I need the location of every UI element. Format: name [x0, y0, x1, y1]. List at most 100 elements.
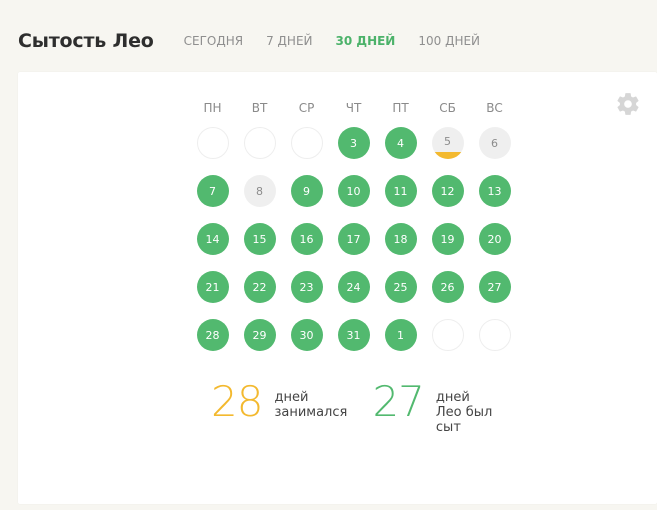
- calendar-day-number: 31: [346, 328, 361, 342]
- calendar-day-empty: [243, 127, 276, 159]
- calendar-grid: 3 4 5 6 7 8 9 10 11 12 13 14 15 16 17 18 19 20 21 22 23 24 25 2…: [189, 127, 518, 367]
- calendar-cell: 19: [424, 223, 471, 271]
- calendar-day[interactable]: 20: [478, 223, 511, 255]
- calendar-day[interactable]: 13: [478, 175, 511, 207]
- calendar-day[interactable]: 15: [243, 223, 276, 255]
- calendar-day-number: 5: [444, 134, 451, 148]
- calendar-day[interactable]: 21: [196, 271, 229, 303]
- stat-fed: 27 дней Лео был сыт: [372, 377, 492, 436]
- calendar-day-empty: [431, 319, 464, 351]
- calendar-cell: 3: [330, 127, 377, 175]
- fed-label-line: дней: [435, 390, 470, 405]
- calendar-day[interactable]: 11: [384, 175, 417, 207]
- calendar-cell: 29: [236, 319, 283, 367]
- calendar-day-empty: [196, 127, 229, 159]
- calendar-day[interactable]: 16: [290, 223, 323, 255]
- calendar-cell: 30: [283, 319, 330, 367]
- weekday-label: ПТ: [392, 101, 409, 115]
- practiced-label-line: дней: [274, 390, 309, 405]
- calendar-day[interactable]: 3: [337, 127, 370, 159]
- calendar-day[interactable]: 5: [431, 127, 464, 159]
- calendar-cell: [189, 127, 236, 175]
- practiced-days-count: 28: [211, 377, 263, 426]
- calendar-day[interactable]: 14: [196, 223, 229, 255]
- calendar-cell: [424, 319, 471, 367]
- calendar-cell: 12: [424, 175, 471, 223]
- calendar-cell: 4: [377, 127, 424, 175]
- calendar-day[interactable]: 10: [337, 175, 370, 207]
- calendar-day-number: 23: [299, 280, 314, 294]
- calendar-cell: [471, 319, 518, 367]
- calendar-day[interactable]: 12: [431, 175, 464, 207]
- calendar-day-number: 10: [346, 184, 361, 198]
- gear-icon-svg: [617, 93, 639, 115]
- calendar-day[interactable]: 28: [196, 319, 229, 351]
- calendar-day-number: 14: [205, 232, 220, 246]
- calendar-day-number: 29: [252, 328, 267, 342]
- calendar-day[interactable]: 26: [431, 271, 464, 303]
- calendar-day[interactable]: 27: [478, 271, 511, 303]
- tab-today[interactable]: СЕГОДНЯ: [184, 34, 243, 48]
- calendar-day[interactable]: 29: [243, 319, 276, 351]
- calendar-cell: 24: [330, 271, 377, 319]
- calendar-cell: 28: [189, 319, 236, 367]
- calendar-day[interactable]: 25: [384, 271, 417, 303]
- fed-days-count: 27: [372, 377, 424, 426]
- tab-7-days[interactable]: 7 ДНЕЙ: [266, 34, 312, 48]
- practiced-days-label: дней занимался: [274, 390, 347, 420]
- calendar-cell: 6: [471, 127, 518, 175]
- calendar-day-number: 7: [209, 184, 216, 198]
- tab-100-days[interactable]: 100 ДНЕЙ: [418, 34, 480, 48]
- calendar-cell: 14: [189, 223, 236, 271]
- calendar-day-number: 25: [393, 280, 408, 294]
- calendar-day-number: 4: [397, 136, 404, 150]
- calendar-day-number: 13: [487, 184, 502, 198]
- calendar-day[interactable]: 7: [196, 175, 229, 207]
- fed-label-line: Лео был: [435, 405, 493, 420]
- page-header: Сытость Лео СЕГОДНЯ 7 ДНЕЙ 30 ДНЕЙ 100 Д…: [18, 28, 503, 54]
- calendar-cell: [283, 127, 330, 175]
- calendar-day[interactable]: 18: [384, 223, 417, 255]
- calendar-cell: 22: [236, 271, 283, 319]
- calendar-cell: 5: [424, 127, 471, 175]
- weekday-label: ВТ: [251, 101, 268, 115]
- calendar-cell: 18: [377, 223, 424, 271]
- calendar-cell: 31: [330, 319, 377, 367]
- calendar-day-number: 20: [487, 232, 502, 246]
- calendar-day[interactable]: 1: [384, 319, 417, 351]
- calendar-day-number: 1: [397, 328, 404, 342]
- calendar-day-number: 6: [491, 136, 498, 150]
- calendar-day[interactable]: 31: [337, 319, 370, 351]
- calendar-day-number: 12: [440, 184, 455, 198]
- calendar-day[interactable]: 8: [243, 175, 276, 207]
- calendar-day-empty: [478, 319, 511, 351]
- calendar-cell: 9: [283, 175, 330, 223]
- calendar-day-number: 9: [303, 184, 310, 198]
- calendar-day[interactable]: 30: [290, 319, 323, 351]
- calendar-day[interactable]: 17: [337, 223, 370, 255]
- calendar-day-number: 24: [346, 280, 361, 294]
- calendar-day[interactable]: 23: [290, 271, 323, 303]
- calendar-cell: 11: [377, 175, 424, 223]
- calendar-cell: 21: [189, 271, 236, 319]
- calendar-cell: 23: [283, 271, 330, 319]
- weekday-label: СБ: [439, 101, 456, 115]
- weekday-header: ПН ВТ СР ЧТ ПТ СБ ВС: [189, 100, 518, 116]
- calendar-cell: 1: [377, 319, 424, 367]
- calendar-day[interactable]: 19: [431, 223, 464, 255]
- tab-30-days[interactable]: 30 ДНЕЙ: [336, 34, 396, 48]
- calendar-cell: 20: [471, 223, 518, 271]
- calendar-day-number: 19: [440, 232, 455, 246]
- calendar-day[interactable]: 9: [290, 175, 323, 207]
- calendar-day[interactable]: 6: [478, 127, 511, 159]
- calendar-day[interactable]: 4: [384, 127, 417, 159]
- weekday-label: ВС: [486, 101, 503, 115]
- gear-icon[interactable]: [615, 91, 641, 117]
- calendar-day-number: 30: [299, 328, 314, 342]
- calendar-cell: 16: [283, 223, 330, 271]
- calendar-cell: 27: [471, 271, 518, 319]
- fed-days-label: дней Лео был сыт: [436, 390, 492, 435]
- calendar-day[interactable]: 22: [243, 271, 276, 303]
- calendar-day[interactable]: 24: [337, 271, 370, 303]
- weekday-label: ЧТ: [345, 101, 362, 115]
